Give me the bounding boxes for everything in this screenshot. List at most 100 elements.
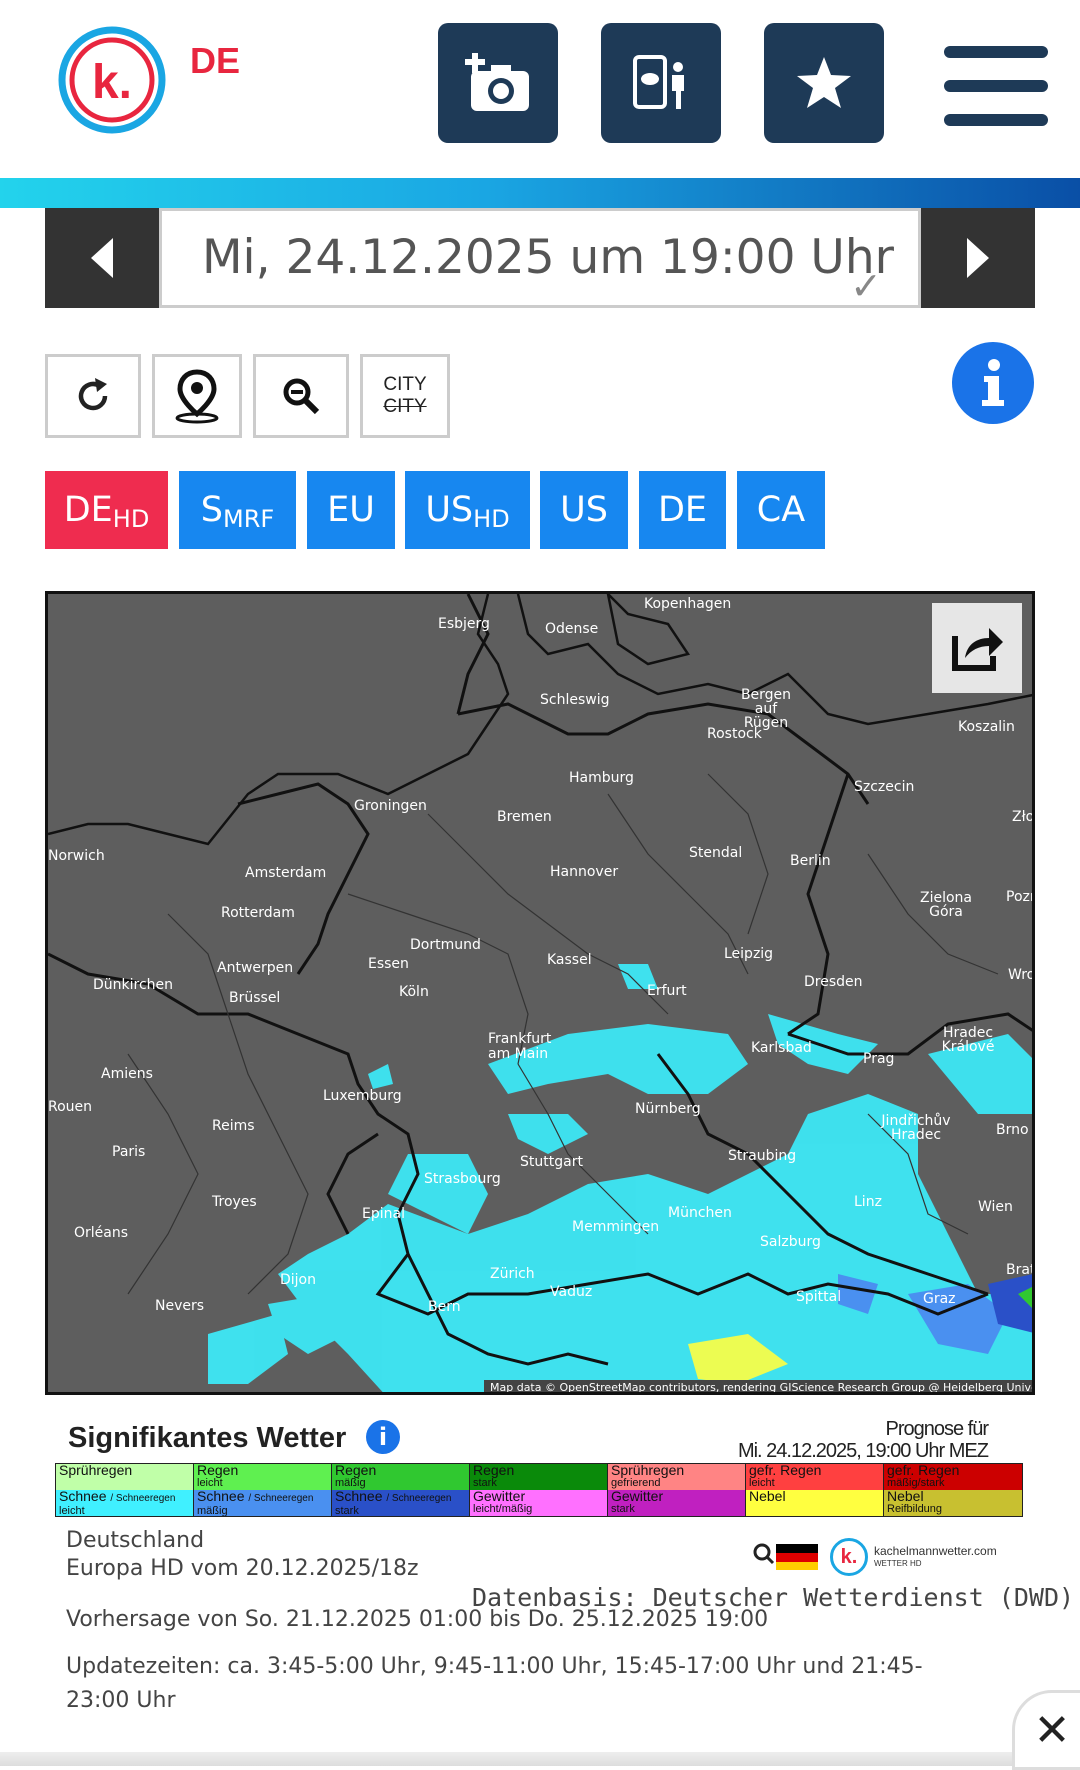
city-label: Hradec Králové [941,1025,995,1055]
legend-sub: stark [335,1505,359,1516]
legend-cell: Gewitter stark [608,1490,746,1516]
location-button[interactable] [152,354,242,438]
legend-cell: Schnee / Schneeregen leicht [56,1490,194,1516]
kachelmann-logo[interactable]: k. [56,22,174,140]
legend-cell: Regen mäßig [332,1464,470,1490]
city-label: Graz [923,1291,956,1307]
city-label: Antwerpen [217,960,294,976]
legend-label: Nebel [749,1490,786,1504]
share-button[interactable] [932,603,1022,693]
legend-sub: Reifbildung [887,1503,943,1515]
tab-de-hd[interactable]: DEHD [45,471,168,549]
city-label: Schleswig [540,692,610,708]
city-label: Wien [978,1199,1013,1215]
city-label: Jindřichův Hradec [881,1113,951,1143]
hamburger-line [944,80,1048,92]
legend-sub: stark [611,1503,635,1515]
city-label: Szczecin [854,779,915,795]
city-label: Amiens [101,1066,153,1082]
model-run: Europa HD vom 20.12.2025/18z [66,1556,419,1581]
tab-us[interactable]: US [540,471,628,549]
city-label: Orléans [74,1225,129,1241]
tab-de[interactable]: DE [639,471,726,549]
city-label: Groningen [354,798,427,814]
favorites-button[interactable] [764,23,884,143]
info-button[interactable] [952,342,1034,424]
german-flag-icon [776,1544,818,1570]
header-gradient-bar [0,178,1080,208]
city-label: Hannover [550,864,619,880]
legend-label: Regen [197,1464,239,1478]
city-label: Memmingen [572,1219,660,1235]
tab-sub: HD [112,505,150,533]
city-label: Vaduz [550,1284,593,1300]
city-label: Stendal [689,845,743,861]
city-label: Kopenhagen [644,596,732,612]
refresh-icon [78,378,108,411]
legend-cell: Sprühregen gefrierend [608,1464,746,1490]
chevron-right-icon [967,238,989,278]
city-label: Zielona Góra [919,890,972,920]
city-label: Troyes [212,1194,257,1210]
legend-sub: leicht [749,1477,775,1489]
tab-ca[interactable]: CA [737,471,825,549]
legend-sub: mäßig/stark [887,1477,945,1489]
date-navigation: Mi, 24.12.2025 um 19:00 Uhr ✓ [45,208,1035,308]
snow-areas [208,964,1032,1392]
zoom-out-icon [283,378,320,415]
legend-label: Regen [335,1464,377,1478]
legend-label: Schnee [59,1490,107,1504]
city-on-label: CITY [383,374,427,395]
region-label[interactable]: DE [190,40,240,82]
refresh-button[interactable] [45,354,141,438]
legend-info-button[interactable]: i [366,1420,400,1454]
legend-cell: gefr. Regen mäßig/stark [884,1464,1022,1490]
city-label: Dortmund [410,937,481,953]
city-label: Prag [863,1051,895,1067]
city-label: Straubing [728,1148,797,1164]
tab-main: S [200,490,224,530]
legend-cell: Regen stark [470,1464,608,1490]
weather-reporter-button[interactable] [601,23,721,143]
add-photo-button[interactable] [438,23,558,143]
city-label: Kassel [547,952,592,968]
tab-us-hd[interactable]: USHD [405,471,530,549]
tab-smrf[interactable]: SMRF [179,471,296,549]
weather-map[interactable]: Kopenhagen Esbjerg Odense Schleswig Berg… [45,591,1035,1395]
zoom-out-button[interactable] [253,354,349,438]
legend-sub: leicht [197,1477,223,1489]
city-label: Reims [212,1118,255,1134]
legend-cell: Sprühregen [56,1464,194,1490]
legend-extra: / Schneeregen [248,1493,314,1504]
tab-main: DE [657,490,708,530]
legend-sub: stark [473,1477,497,1489]
menu-button[interactable] [944,46,1048,126]
city-label: Dijon [280,1272,316,1288]
legend-label: gefr. Regen [749,1464,822,1478]
city-toggle-button[interactable]: CITY CITY [360,354,450,438]
legend-label: Regen [473,1464,515,1478]
next-time-button[interactable] [921,208,1035,308]
legend-sub: gefrierend [611,1477,661,1489]
brand-sub: WETTER HD [874,1559,922,1568]
map-pin-icon [175,369,219,424]
legend-label: Nebel [887,1490,924,1504]
city-label: Norwich [48,848,105,864]
forecast-for: Prognose für Mi. 24.12.2025, 19:00 Uhr M… [720,1418,989,1462]
bottom-bar [0,1752,1080,1766]
close-button[interactable]: ✕ [1012,1690,1080,1770]
city-label: Brüssel [229,990,281,1006]
tab-main: DE [63,490,113,530]
legend-sub: leicht [59,1505,85,1516]
tab-eu[interactable]: EU [307,471,395,549]
forecast-range: Vorhersage von So. 21.12.2025 01:00 bis … [66,1607,769,1632]
city-label: Rotterdam [221,905,295,921]
city-label: Brat [1006,1262,1035,1278]
legend-cell: Regen leicht [194,1464,332,1490]
previous-time-button[interactable] [45,208,159,308]
city-label: Bremen [497,809,552,825]
city-label: Essen [368,956,409,972]
city-label: Luxemburg [323,1088,402,1104]
city-label: Epinal [362,1206,405,1222]
date-time-select[interactable]: Mi, 24.12.2025 um 19:00 Uhr ✓ [159,208,921,308]
